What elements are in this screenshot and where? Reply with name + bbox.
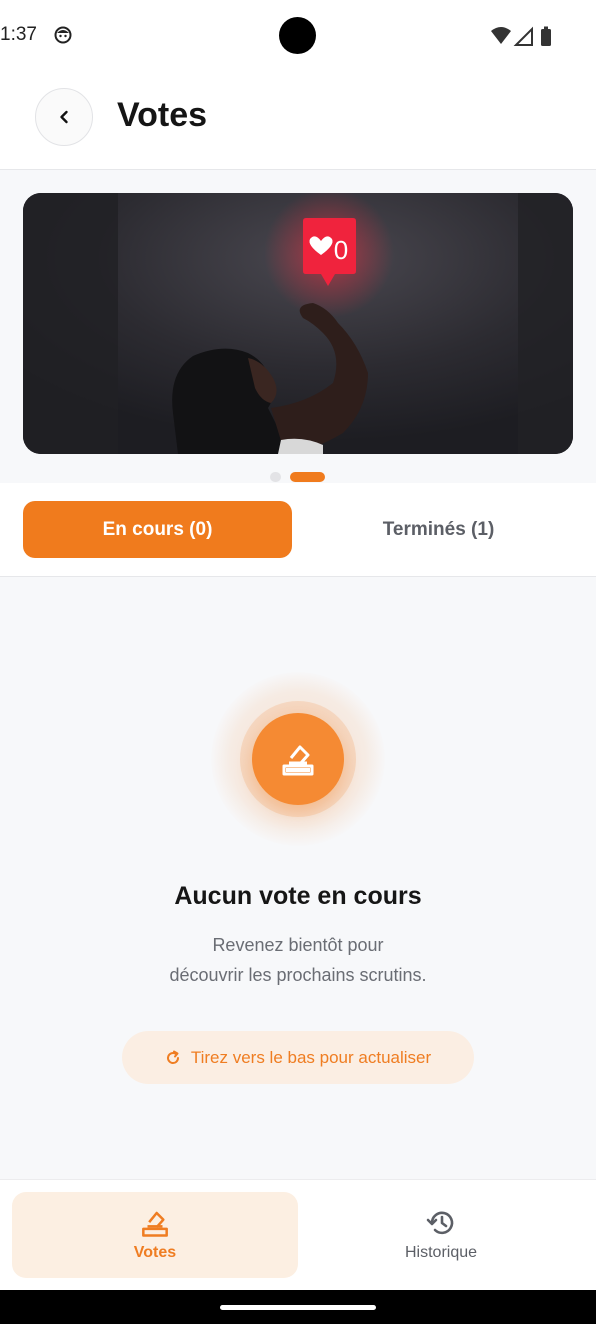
- system-gesture-area: [0, 1290, 596, 1324]
- empty-state-title: Aucun vote en cours: [174, 882, 422, 910]
- ballot-box-icon: [282, 745, 314, 776]
- app-bar: Votes: [0, 72, 596, 170]
- pull-to-refresh-hint[interactable]: Tirez vers le bas pour actualiser: [122, 1031, 474, 1084]
- empty-state-description: Revenez bientôt pour découvrir les proch…: [98, 930, 498, 990]
- ballot-box-icon: [142, 1211, 168, 1237]
- refresh-hint-label: Tirez vers le bas pour actualiser: [190, 1047, 432, 1067]
- app-notification-icon: [54, 26, 72, 44]
- vote-tabs: En cours (0) Terminés (1): [0, 483, 596, 577]
- signal-icon: [513, 26, 533, 46]
- empty-state-icon-circle: [252, 713, 344, 805]
- nav-item-historique[interactable]: Historique: [298, 1192, 584, 1278]
- tab-en-cours[interactable]: En cours (0): [23, 501, 292, 558]
- bottom-navigation: Votes Historique: [0, 1179, 596, 1290]
- status-bar: 1:37: [0, 0, 596, 72]
- nav-label-votes: Votes: [133, 1244, 177, 1261]
- system-status-icons: [491, 26, 551, 46]
- status-time: 1:37: [0, 24, 37, 45]
- battery-icon: [541, 29, 551, 46]
- nav-label-historique: Historique: [404, 1244, 478, 1261]
- carousel-dot-1[interactable]: [270, 472, 281, 482]
- home-gesture-handle[interactable]: [220, 1305, 376, 1310]
- tab-termines[interactable]: Terminés (1): [304, 501, 573, 558]
- camera-cutout: [279, 17, 316, 54]
- carousel-indicator: [0, 471, 596, 483]
- history-icon: [426, 1211, 454, 1235]
- empty-state-description-line-1: Revenez bientôt pour: [212, 935, 384, 955]
- wifi-icon: [491, 27, 511, 44]
- svg-text:0: 0: [334, 235, 348, 265]
- nav-item-votes[interactable]: Votes: [12, 1192, 298, 1278]
- banner-image: 0: [23, 193, 573, 454]
- refresh-icon: [166, 1050, 179, 1064]
- empty-state-description-line-2: découvrir les prochains scrutins.: [169, 965, 427, 985]
- back-button[interactable]: [35, 88, 93, 146]
- chevron-left-icon: [60, 110, 68, 124]
- carousel-dot-2-active[interactable]: [290, 472, 325, 482]
- banner-carousel[interactable]: 0: [23, 193, 573, 454]
- page-title: Votes: [117, 96, 208, 134]
